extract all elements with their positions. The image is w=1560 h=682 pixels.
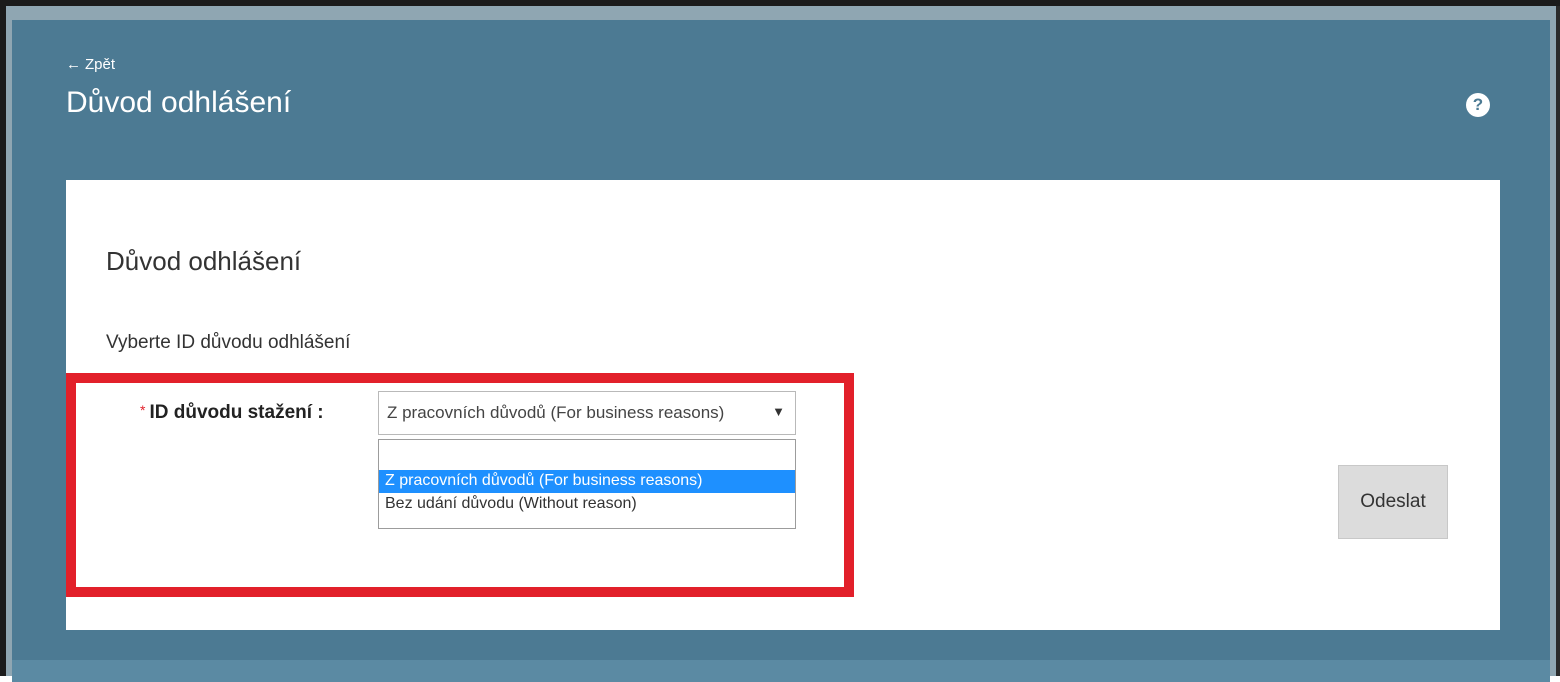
dropdown-option-empty[interactable] — [379, 440, 795, 470]
back-arrow-icon: ← — [66, 56, 81, 73]
card-title: Důvod odhlášení — [106, 246, 302, 276]
bottom-strip — [12, 660, 1550, 682]
frame-edge-right — [1556, 6, 1560, 676]
submit-button[interactable]: Odeslat — [1338, 465, 1448, 539]
reason-card: Důvod odhlášení Vyberte ID důvodu odhláš… — [66, 180, 1500, 630]
help-icon[interactable]: ? — [1466, 93, 1490, 117]
reason-id-label-text: ID důvodu stažení : — [149, 402, 324, 423]
reason-id-label: * ID důvodu stažení : — [140, 402, 324, 424]
back-link[interactable]: ← Zpět — [66, 56, 115, 73]
frame-edge-left — [0, 6, 6, 676]
dropdown-option-business-reasons[interactable]: Z pracovních důvodů (For business reason… — [379, 470, 795, 493]
reason-id-select-value: Z pracovních důvodů (For business reason… — [387, 403, 725, 422]
reason-id-dropdown: Z pracovních důvodů (For business reason… — [378, 439, 796, 529]
card-subtitle: Vyberte ID důvodu odhlášení — [106, 332, 351, 353]
required-marker: * — [140, 402, 146, 418]
page-title: Důvod odhlášení — [66, 86, 292, 119]
reason-id-select[interactable]: Z pracovních důvodů (For business reason… — [378, 391, 796, 435]
chevron-down-icon: ▼ — [772, 404, 785, 419]
app-frame: ← Zpět Důvod odhlášení ? Důvod odhlášení … — [0, 0, 1560, 682]
back-link-label: Zpět — [85, 56, 116, 73]
dropdown-option-without-reason[interactable]: Bez udání důvodu (Without reason) — [379, 493, 795, 516]
